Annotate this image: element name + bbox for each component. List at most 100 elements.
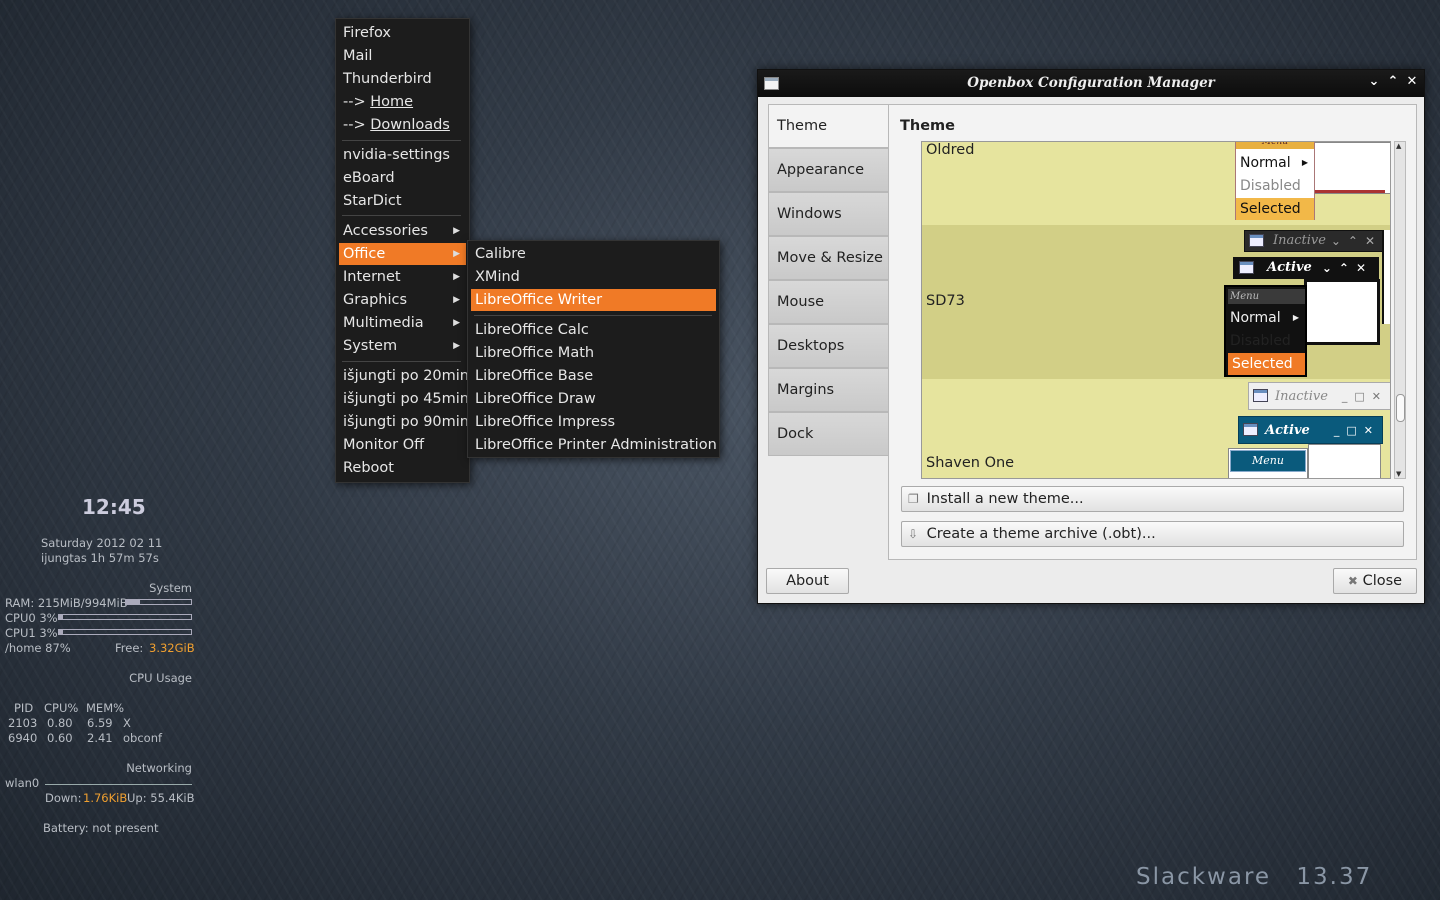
maximize-icon[interactable]: ⌃	[1385, 74, 1401, 90]
proc-header-mem: MEM%	[86, 701, 125, 715]
menu-item-stardict[interactable]: StarDict	[339, 190, 466, 212]
preview-normal: Normal ▶	[1240, 155, 1308, 171]
home-usage: /home 87%	[5, 641, 71, 655]
create-archive-button[interactable]: ⇩ Create a theme archive (.obt)...	[901, 521, 1404, 547]
menu-item-nvidia-settings[interactable]: nvidia-settings	[339, 144, 466, 166]
down-value: 1.76KiB	[83, 791, 128, 805]
menu-separator	[342, 361, 461, 362]
preview-active-titlebar: Active _□✕	[1238, 416, 1383, 444]
menu-item-reboot[interactable]: Reboot	[339, 457, 466, 479]
scroll-up-icon[interactable]: ▲	[1396, 142, 1401, 150]
menu-item-libreoffice-base[interactable]: LibreOffice Base	[471, 365, 716, 387]
theme-list: Oldred Menu Normal ▶ Disabled Selected SD…	[921, 141, 1391, 479]
menu-item-libreoffice-impress[interactable]: LibreOffice Impress	[471, 411, 716, 433]
tab-margins[interactable]: Margins	[768, 368, 889, 412]
iconify-icon[interactable]: ⌄	[1366, 74, 1382, 90]
menu-separator	[342, 215, 461, 216]
menu-item-system[interactable]: System ▶	[339, 335, 466, 357]
system-header: System	[149, 581, 192, 595]
preview-menu: Menu Normal ▶ Disabled Selected	[1235, 142, 1315, 220]
menu-item-internet[interactable]: Internet ▶	[339, 266, 466, 288]
preview-menu: Menu Normal ▶ Disabled Selected	[1224, 285, 1307, 377]
menu-item-multimedia[interactable]: Multimedia ▶	[339, 312, 466, 334]
ram-bar	[125, 599, 192, 605]
menu-item-office[interactable]: Office ▶	[339, 243, 466, 265]
close-button[interactable]: ✖ Close	[1333, 568, 1417, 594]
cpu1-bar	[58, 629, 192, 635]
menu-item-calibre[interactable]: Calibre	[471, 243, 716, 265]
uptime: ijungtas 1h 57m 57s	[41, 551, 159, 565]
theme-row-sd73[interactable]: SD73 Inactive ⌄⌃✕ Active ⌄⌃✕ Menu Normal…	[922, 225, 1390, 379]
office-submenu: Calibre XMind LibreOffice Writer LibreOf…	[467, 240, 720, 458]
archive-down-icon: ⇩	[908, 527, 919, 541]
submenu-arrow-icon: ▶	[453, 318, 460, 328]
menu-item-libreoffice-math[interactable]: LibreOffice Math	[471, 342, 716, 364]
free-label: Free:	[115, 641, 144, 655]
menu-item-mail[interactable]: Mail	[339, 45, 466, 67]
about-button[interactable]: About	[766, 568, 849, 594]
date: Saturday 2012 02 11	[41, 536, 163, 550]
menu-item-libreoffice-writer[interactable]: LibreOffice Writer	[471, 289, 716, 311]
submenu-arrow-icon: ▶	[453, 226, 460, 236]
cpu0-label: CPU0 3%	[5, 611, 58, 625]
window-title: Openbox Configuration Manager	[967, 75, 1215, 91]
tab-move-resize[interactable]: Move & Resize	[768, 236, 889, 280]
close-window-icon[interactable]: ✕	[1404, 74, 1420, 90]
tab-theme[interactable]: Theme	[768, 104, 890, 148]
theme-name: Oldred	[926, 142, 975, 158]
menu-item-thunderbird[interactable]: Thunderbird	[339, 68, 466, 90]
close-icon: ✖	[1347, 574, 1358, 588]
menu-item-graphics[interactable]: Graphics ▶	[339, 289, 466, 311]
menu-item-libreoffice-calc[interactable]: LibreOffice Calc	[471, 319, 716, 341]
proc-cpu: 0.60	[47, 731, 73, 745]
down-label: Down:	[45, 791, 82, 805]
menu-item-shutdown-90[interactable]: išjungti po 90min	[339, 411, 469, 433]
proc-mem: 2.41	[87, 731, 113, 745]
proc-name: X	[123, 716, 131, 730]
panel-title: Theme	[900, 118, 955, 134]
preview-active-titlebar: Active ⌄⌃✕	[1233, 257, 1379, 279]
tab-dock[interactable]: Dock	[768, 412, 889, 456]
menu-item-shutdown-20[interactable]: išjungti po 20min	[339, 365, 469, 387]
theme-row-shaven-one[interactable]: Shaven One Inactive _□✕ Active _□✕ Menu	[922, 379, 1390, 478]
theme-list-scrollbar[interactable]: ▲ ▼	[1394, 141, 1406, 479]
menu-item-downloads[interactable]: --> Downloads	[339, 114, 466, 136]
menu-item-home[interactable]: --> Home	[339, 91, 466, 113]
window-titlebar[interactable]: Openbox Configuration Manager ⌄ ⌃ ✕	[758, 70, 1424, 97]
preview-inactive-titlebar: Inactive ⌄⌃✕	[1244, 230, 1387, 252]
tab-windows[interactable]: Windows	[768, 192, 889, 236]
battery-status: Battery: not present	[43, 821, 159, 835]
install-theme-button[interactable]: ❐ Install a new theme...	[901, 486, 1404, 512]
tab-mouse[interactable]: Mouse	[768, 280, 889, 324]
menu-item-monitor-off[interactable]: Monitor Off	[339, 434, 466, 456]
free-value: 3.32GiB	[149, 641, 195, 655]
proc-header-pid: PID	[14, 701, 34, 715]
cpu0-bar	[58, 614, 192, 620]
theme-row-oldred[interactable]: Oldred Menu Normal ▶ Disabled Selected	[922, 142, 1390, 225]
submenu-arrow-icon: ▶	[453, 295, 460, 305]
preview-window	[1314, 142, 1390, 194]
preview-selected: Selected	[1236, 198, 1314, 220]
menu-item-eboard[interactable]: eBoard	[339, 167, 466, 189]
networking-header: Networking	[126, 761, 192, 775]
interface-name: wlan0	[5, 776, 40, 790]
up-value: Up: 55.4KiB	[127, 791, 195, 805]
tab-appearance[interactable]: Appearance	[768, 148, 889, 192]
scroll-down-icon[interactable]: ▼	[1396, 470, 1401, 478]
proc-pid: 2103	[8, 716, 38, 730]
menu-item-firefox[interactable]: Firefox	[339, 22, 466, 44]
submenu-arrow-icon: ▶	[453, 249, 460, 259]
tab-desktops[interactable]: Desktops	[768, 324, 889, 368]
ram-label: RAM: 215MiB/994MiB	[5, 596, 128, 610]
menu-item-shutdown-45[interactable]: išjungti po 45min	[339, 388, 469, 410]
menu-separator	[342, 140, 461, 141]
cpu1-label: CPU1 3%	[5, 626, 58, 640]
proc-cpu: 0.80	[47, 716, 73, 730]
theme-name: SD73	[926, 293, 965, 309]
menu-item-xmind[interactable]: XMind	[471, 266, 716, 288]
scroll-thumb[interactable]	[1396, 394, 1405, 422]
menu-item-accessories[interactable]: Accessories ▶	[339, 220, 466, 242]
menu-item-libreoffice-printer-admin[interactable]: LibreOffice Printer Administration	[471, 434, 717, 456]
submenu-arrow-icon: ▶	[453, 272, 460, 282]
menu-item-libreoffice-draw[interactable]: LibreOffice Draw	[471, 388, 716, 410]
